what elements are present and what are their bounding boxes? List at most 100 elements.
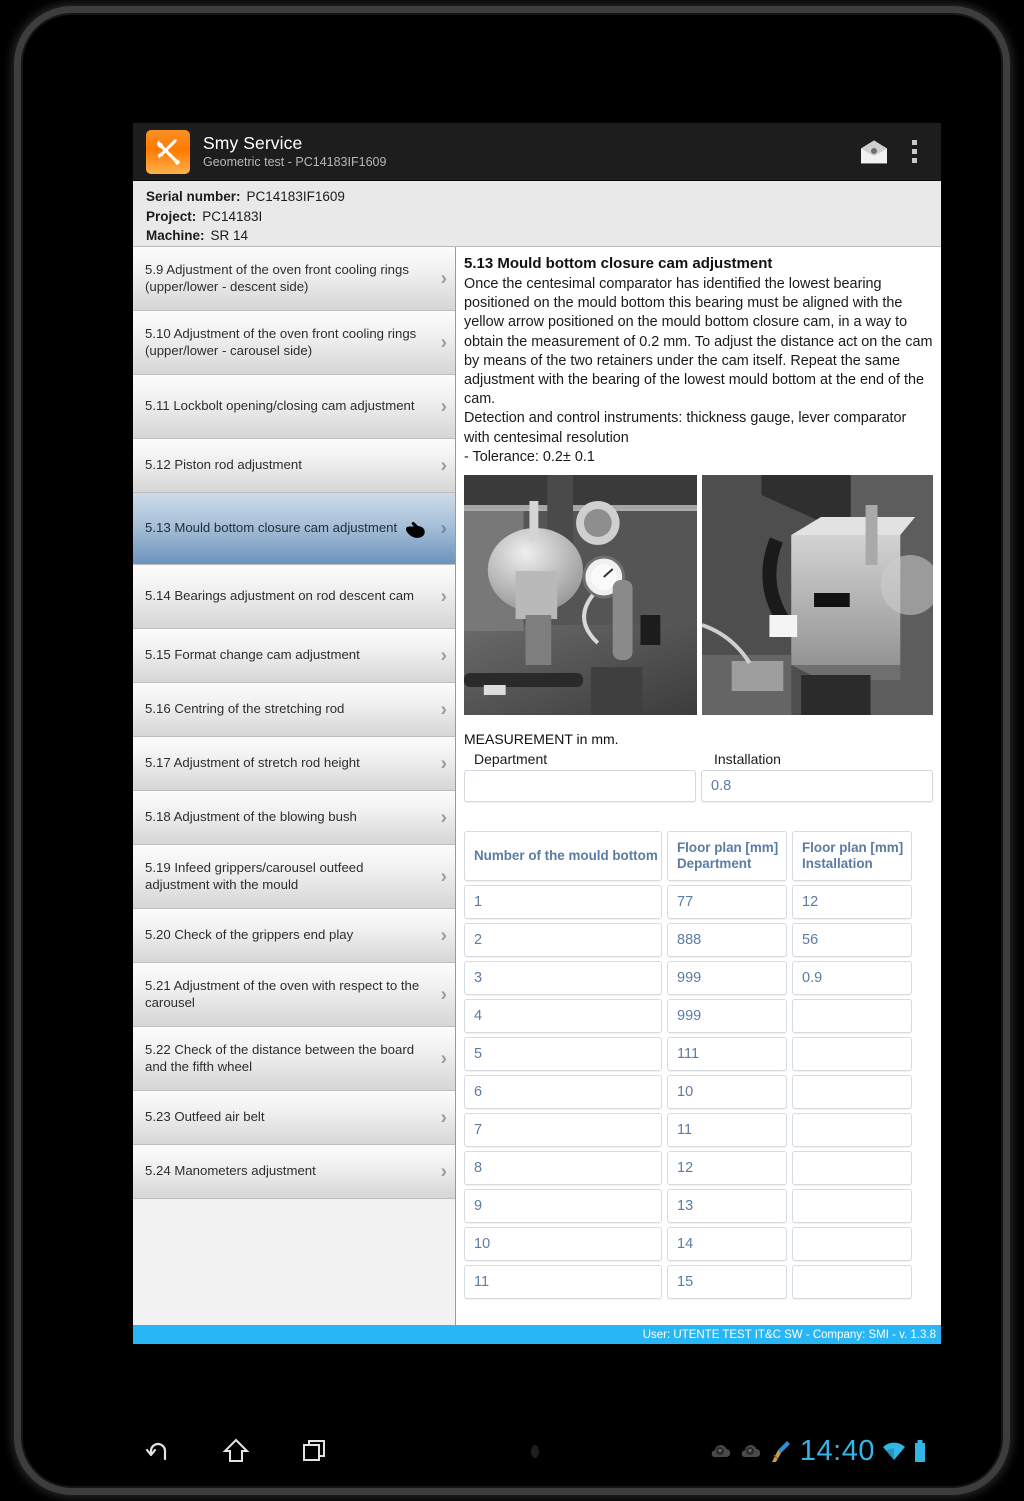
measurement-title: MEASUREMENT in mm. [464, 731, 619, 748]
cloud-sync-icon [738, 1441, 762, 1461]
floor-plan-installation-cell[interactable] [792, 999, 912, 1034]
floor-plan-installation-cell[interactable]: 12 [792, 885, 912, 920]
floor-plan-installation-cell[interactable] [792, 1037, 912, 1072]
mould-bottom-number-cell[interactable]: 10 [464, 1227, 662, 1262]
serial-number-label: Serial number: [146, 189, 241, 204]
overflow-dot [911, 140, 917, 145]
chevron-right-icon: › [440, 925, 447, 946]
floor-plan-department-cell[interactable]: 111 [667, 1037, 787, 1072]
floor-plan-installation-cell[interactable] [792, 1113, 912, 1148]
section-list[interactable]: 5.9 Adjustment of the oven front cooling… [133, 247, 456, 1325]
table-row: 4 999 [464, 999, 933, 1034]
chevron-right-icon: › [440, 866, 447, 887]
mould-bottom-number-cell[interactable]: 4 [464, 999, 662, 1034]
sidebar-item-label: 5.12 Piston rod adjustment [145, 457, 302, 473]
floor-plan-installation-cell[interactable] [792, 1265, 912, 1300]
sidebar-item[interactable]: 5.12 Piston rod adjustment › [133, 439, 455, 493]
table-header-cell: Number of the mould bottom [464, 831, 662, 882]
mould-bottom-number-cell[interactable]: 2 [464, 923, 662, 958]
detail-description: Once the centesimal comparator has ident… [464, 276, 933, 465]
table-header-text: Department [677, 856, 752, 872]
sidebar-item[interactable]: 5.23 Outfeed air belt › [133, 1091, 455, 1145]
mould-bottom-number-cell[interactable]: 11 [464, 1265, 662, 1300]
page-title: 5.13 Mould bottom closure cam adjustment [464, 255, 773, 272]
sidebar-item[interactable]: 5.9 Adjustment of the oven front cooling… [133, 247, 455, 311]
tablet-screen: Smy Service Geometric test - PC14183IF16… [119, 117, 943, 1417]
back-arrow-icon[interactable] [119, 1417, 197, 1485]
mould-bottom-number-cell[interactable]: 3 [464, 961, 662, 996]
sidebar-item[interactable]: 5.13 Mould bottom closure cam adjustment… [133, 493, 455, 565]
mould-bottom-number-cell[interactable]: 7 [464, 1113, 662, 1148]
table-row: 5 111 [464, 1037, 933, 1072]
sidebar-item[interactable]: 5.11 Lockbolt opening/closing cam adjust… [133, 375, 455, 439]
sidebar-item[interactable]: 5.20 Check of the grippers end play › [133, 909, 455, 963]
sidebar-item-label: 5.17 Adjustment of stretch rod height [145, 755, 360, 771]
app-subtitle: Geometric test - PC14183IF1609 [203, 154, 387, 169]
status-bar: User: UTENTE TEST IT&C SW - Company: SMI… [133, 1325, 941, 1344]
pointing-hand-cursor [406, 521, 425, 538]
floor-plan-department-cell[interactable]: 13 [667, 1189, 787, 1224]
floor-plan-department-cell[interactable]: 11 [667, 1113, 787, 1148]
tablet-device-frame: Smy Service Geometric test - PC14183IF16… [14, 6, 1010, 1495]
project-line: Project: PC14183I [146, 207, 941, 227]
detail-pane: 5.13 Mould bottom closure cam adjustment… [456, 247, 941, 1325]
chevron-right-icon: › [440, 1048, 447, 1069]
clock: 14:40 [799, 1434, 875, 1467]
floor-plan-department-cell[interactable]: 12 [667, 1151, 787, 1186]
home-icon[interactable] [197, 1417, 275, 1485]
action-bar-buttons [851, 129, 941, 175]
sidebar-item[interactable]: 5.15 Format change cam adjustment › [133, 629, 455, 683]
sidebar-item-label: 5.9 Adjustment of the oven front cooling… [145, 262, 409, 294]
sidebar-item-label: 5.24 Manometers adjustment [145, 1163, 316, 1179]
floor-plan-department-cell[interactable]: 77 [667, 885, 787, 920]
table-header-cell: Floor plan [mm] Department [667, 831, 787, 882]
floor-plan-installation-cell[interactable] [792, 1227, 912, 1262]
floor-plan-installation-cell[interactable]: 0.9 [792, 961, 912, 996]
floor-plan-department-cell[interactable]: 15 [667, 1265, 787, 1300]
sidebar-item[interactable]: 5.24 Manometers adjustment › [133, 1145, 455, 1199]
sidebar-item[interactable]: 5.17 Adjustment of stretch rod height › [133, 737, 455, 791]
department-input[interactable] [464, 770, 696, 803]
sidebar-item-label: 5.22 Check of the distance between the b… [145, 1042, 415, 1074]
table-row: 9 13 [464, 1189, 933, 1224]
sidebar-item[interactable]: 5.19 Infeed grippers/carousel outfeed ad… [133, 845, 455, 909]
table-header-text: Floor plan [mm] [677, 840, 779, 856]
status-text: User: UTENTE TEST IT&C SW - Company: SMI… [642, 1328, 936, 1341]
table-row: 7 11 [464, 1113, 933, 1148]
mould-bottom-number-cell[interactable]: 6 [464, 1075, 662, 1110]
sidebar-item[interactable]: 5.14 Bearings adjustment on rod descent … [133, 565, 455, 629]
floor-plan-department-cell[interactable]: 999 [667, 961, 787, 996]
mould-bottom-number-cell[interactable]: 1 [464, 885, 662, 920]
sidebar-item-label: 5.19 Infeed grippers/carousel outfeed ad… [145, 860, 364, 892]
recent-apps-icon[interactable] [275, 1417, 353, 1485]
sidebar-item[interactable]: 5.16 Centring of the stretching rod › [133, 683, 455, 737]
floor-plan-department-cell[interactable]: 999 [667, 999, 787, 1034]
floor-plan-installation-cell[interactable]: 56 [792, 923, 912, 958]
open-envelope-icon[interactable] [851, 129, 897, 175]
floor-plan-department-cell[interactable]: 10 [667, 1075, 787, 1110]
floor-plan-installation-cell[interactable] [792, 1075, 912, 1110]
mould-bottom-number-cell[interactable]: 8 [464, 1151, 662, 1186]
chevron-right-icon: › [440, 699, 447, 720]
chevron-right-icon: › [440, 753, 447, 774]
floor-plan-installation-cell[interactable] [792, 1151, 912, 1186]
floor-plan-department-cell[interactable]: 14 [667, 1227, 787, 1262]
department-label: Department [474, 751, 548, 768]
table-row: 2 888 56 [464, 923, 933, 958]
table-row: 10 14 [464, 1227, 933, 1262]
table-row: 6 10 [464, 1075, 933, 1110]
floor-plan-department-cell[interactable]: 888 [667, 923, 787, 958]
mould-bottom-number-cell[interactable]: 5 [464, 1037, 662, 1072]
nav-indicator-dot [531, 1444, 539, 1458]
overflow-menu-icon[interactable] [897, 129, 931, 175]
mould-bottom-number-cell[interactable]: 9 [464, 1189, 662, 1224]
sidebar-item[interactable]: 5.22 Check of the distance between the b… [133, 1027, 455, 1091]
sidebar-item[interactable]: 5.10 Adjustment of the oven front coolin… [133, 311, 455, 375]
installation-input[interactable]: 0.8 [701, 770, 933, 803]
floor-plan-installation-cell[interactable] [792, 1189, 912, 1224]
serial-number-line: Serial number: PC14183IF1609 [146, 187, 941, 207]
sidebar-item-label: 5.15 Format change cam adjustment [145, 647, 360, 663]
app-title: Smy Service [203, 133, 303, 154]
sidebar-item[interactable]: 5.21 Adjustment of the oven with respect… [133, 963, 455, 1027]
sidebar-item[interactable]: 5.18 Adjustment of the blowing bush › [133, 791, 455, 845]
